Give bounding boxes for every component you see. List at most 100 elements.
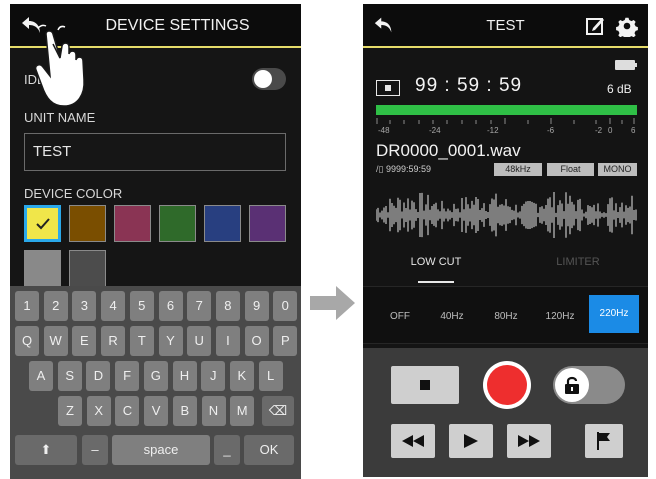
flag-icon xyxy=(597,432,610,450)
key-j[interactable]: J xyxy=(201,361,226,391)
fast-forward-button[interactable] xyxy=(507,424,551,458)
stop-square xyxy=(385,85,391,91)
color-swatch-brown[interactable] xyxy=(69,205,106,242)
play-icon xyxy=(464,434,478,448)
key-6[interactable]: 6 xyxy=(158,291,183,321)
key-t[interactable]: T xyxy=(129,326,154,356)
tap-hand-icon xyxy=(34,24,85,107)
key-b[interactable]: B xyxy=(172,396,197,426)
key-3[interactable]: 3 xyxy=(72,291,97,321)
tab-low-cut[interactable]: LOW CUT xyxy=(381,256,491,268)
meter-scale-label: -12 xyxy=(487,126,499,135)
device-name-title: TEST xyxy=(486,17,525,34)
file-name: DR0000_0001.wav xyxy=(376,141,521,160)
color-swatch-purple[interactable] xyxy=(249,205,286,242)
remaining-time: /▯ 9999:59:59 xyxy=(376,164,431,175)
key-f[interactable]: F xyxy=(115,361,140,391)
meter-scale-label: -24 xyxy=(429,126,441,135)
color-swatch-magenta[interactable] xyxy=(114,205,151,242)
key-y[interactable]: Y xyxy=(158,326,183,356)
meter-scale-label: 6 xyxy=(631,126,636,135)
key-i[interactable]: I xyxy=(215,326,240,356)
key-5[interactable]: 5 xyxy=(129,291,154,321)
key-w[interactable]: W xyxy=(43,326,68,356)
key-0[interactable]: 0 xyxy=(273,291,298,321)
recorder-home-screen: TEST 99 : 59 : 59 6 dB -48 -24 -12 -6 -2… xyxy=(363,4,648,477)
gear-icon[interactable] xyxy=(616,15,638,37)
key-u[interactable]: U xyxy=(187,326,212,356)
time-counter: 99 : 59 : 59 xyxy=(415,75,523,96)
key-o[interactable]: O xyxy=(244,326,269,356)
meter-scale-label: -2 xyxy=(595,126,603,135)
color-swatch-blue[interactable] xyxy=(204,205,241,242)
key-s[interactable]: S xyxy=(57,361,82,391)
ok-key[interactable]: OK xyxy=(244,435,294,465)
key-7[interactable]: 7 xyxy=(187,291,212,321)
color-swatch-gray[interactable] xyxy=(24,250,61,287)
meter-scale-ticks xyxy=(376,118,635,124)
back-arrow-icon[interactable] xyxy=(373,14,395,36)
level-meter xyxy=(376,105,637,115)
record-icon xyxy=(487,365,527,405)
color-swatch-dark-gray[interactable] xyxy=(69,250,106,287)
tab-limiter[interactable]: LIMITER xyxy=(523,256,633,268)
space-key[interactable]: space xyxy=(112,435,210,465)
key-x[interactable]: X xyxy=(86,396,111,426)
filter-option-off[interactable]: OFF xyxy=(377,305,423,329)
play-button[interactable] xyxy=(449,424,493,458)
key-8[interactable]: 8 xyxy=(215,291,240,321)
filter-option-80hz[interactable]: 80Hz xyxy=(483,305,529,329)
key-1[interactable]: 1 xyxy=(15,291,39,321)
shift-key[interactable]: ⬆ xyxy=(15,435,77,465)
filter-option-220hz[interactable]: 220Hz xyxy=(589,295,639,333)
dash-key[interactable]: – xyxy=(82,435,108,465)
channel-badge: MONO xyxy=(598,163,637,176)
filter-option-40hz[interactable]: 40Hz xyxy=(429,305,475,329)
key-c[interactable]: C xyxy=(115,396,140,426)
mark-button[interactable] xyxy=(585,424,623,458)
unit-name-input[interactable]: TEST xyxy=(24,133,286,171)
gain-readout: 6 dB xyxy=(607,82,632,96)
meter-scale-label: -6 xyxy=(547,126,555,135)
key-v[interactable]: V xyxy=(144,396,169,426)
key-m[interactable]: M xyxy=(230,396,255,426)
filter-option-120hz[interactable]: 120Hz xyxy=(535,305,585,329)
rewind-icon xyxy=(402,435,424,447)
remaining-time-value: 9999:59:59 xyxy=(385,164,432,174)
key-4[interactable]: 4 xyxy=(101,291,126,321)
stop-button[interactable] xyxy=(391,366,459,404)
lock-toggle-knob xyxy=(555,368,589,402)
key-d[interactable]: D xyxy=(86,361,111,391)
key-z[interactable]: Z xyxy=(58,396,82,426)
key-h[interactable]: H xyxy=(172,361,197,391)
key-k[interactable]: K xyxy=(229,361,254,391)
key-2[interactable]: 2 xyxy=(43,291,68,321)
key-9[interactable]: 9 xyxy=(244,291,269,321)
key-l[interactable]: L xyxy=(258,361,283,391)
toggle-knob xyxy=(254,70,272,88)
on-screen-keyboard: 1 2 3 4 5 6 7 8 9 0 Q W E R T Y U I O P A S D F G H J K L Z X C V B N M ⌫ ⬆ – s… xyxy=(10,286,301,479)
edit-icon[interactable] xyxy=(585,16,605,36)
unlock-icon xyxy=(565,376,579,394)
meter-scale-label: 0 xyxy=(608,126,613,135)
key-g[interactable]: G xyxy=(143,361,168,391)
identify-toggle[interactable] xyxy=(252,68,286,90)
device-color-label: DEVICE COLOR xyxy=(24,186,123,201)
checkmark-icon xyxy=(36,218,50,230)
rewind-button[interactable] xyxy=(391,424,435,458)
fast-forward-icon xyxy=(518,435,540,447)
key-a[interactable]: A xyxy=(29,361,53,391)
key-p[interactable]: P xyxy=(273,326,298,356)
bit-depth-badge: Float xyxy=(547,163,594,176)
transition-arrow-icon xyxy=(310,286,355,320)
backspace-key[interactable]: ⌫ xyxy=(262,396,294,426)
key-q[interactable]: Q xyxy=(15,326,39,356)
key-r[interactable]: R xyxy=(101,326,126,356)
key-e[interactable]: E xyxy=(72,326,97,356)
color-swatch-yellow[interactable] xyxy=(24,205,61,242)
underscore-key[interactable]: _ xyxy=(214,435,240,465)
key-n[interactable]: N xyxy=(201,396,226,426)
card-icon: /▯ xyxy=(376,164,384,174)
color-swatch-green[interactable] xyxy=(159,205,196,242)
meter-scale-label: -48 xyxy=(378,126,390,135)
